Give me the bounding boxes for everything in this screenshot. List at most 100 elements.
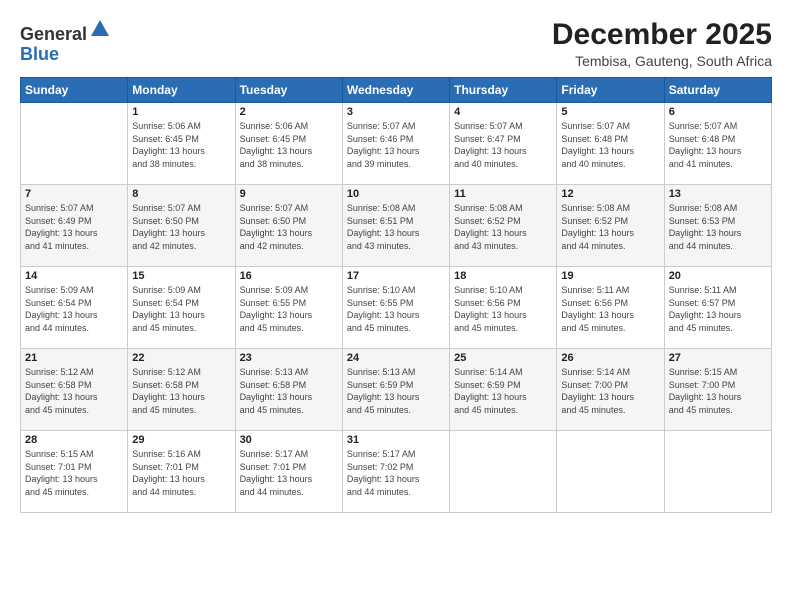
day-info: Sunrise: 5:09 AMSunset: 6:55 PMDaylight:… (240, 284, 338, 334)
calendar-cell: 11Sunrise: 5:08 AMSunset: 6:52 PMDayligh… (450, 185, 557, 267)
logo: General Blue (20, 18, 111, 65)
day-number: 1 (132, 106, 230, 118)
calendar-cell: 23 Sunrise: 5:13 AMSunset: 6:58 PMDayligh… (235, 349, 342, 431)
day-info: Sunrise: 5:07 AMSunset: 6:46 PMDaylight:… (347, 120, 445, 170)
day-info: Sunrise: 5:07 AMSunset: 6:47 PMDaylight:… (454, 120, 552, 170)
calendar-cell: 12 Sunrise: 5:08 AMSunset: 6:52 PMDayligh… (557, 185, 664, 267)
calendar-cell: 24 Sunrise: 5:13 AMSunset: 6:59 PMDayligh… (342, 349, 449, 431)
day-number: 24 (347, 352, 445, 364)
calendar-cell: 18Sunrise: 5:10 AMSunset: 6:56 PMDayligh… (450, 267, 557, 349)
day-number: 15 (132, 270, 230, 282)
day-info: Sunrise: 5:12 AMSunset: 6:58 PMDaylight:… (132, 366, 230, 416)
header-monday: Monday (128, 78, 235, 103)
title-block: December 2025 Tembisa, Gauteng, South Af… (552, 18, 772, 69)
day-info: Sunrise: 5:14 AMSunset: 7:00 PMDaylight:… (561, 366, 659, 416)
day-info: Sunrise: 5:07 AMSunset: 6:48 PMDaylight:… (669, 120, 767, 170)
calendar-cell: 16 Sunrise: 5:09 AMSunset: 6:55 PMDayligh… (235, 267, 342, 349)
day-number: 7 (25, 188, 123, 200)
calendar-cell: 26Sunrise: 5:14 AMSunset: 7:00 PMDayligh… (557, 349, 664, 431)
location-subtitle: Tembisa, Gauteng, South Africa (552, 53, 772, 69)
header-sunday: Sunday (21, 78, 128, 103)
day-info: Sunrise: 5:09 AMSunset: 6:54 PMDaylight:… (132, 284, 230, 334)
day-info: Sunrise: 5:11 AMSunset: 6:56 PMDaylight:… (561, 284, 659, 334)
day-info: Sunrise: 5:07 AMSunset: 6:50 PMDaylight:… (132, 202, 230, 252)
day-info: Sunrise: 5:07 AMSunset: 6:49 PMDaylight:… (25, 202, 123, 252)
day-info: Sunrise: 5:13 AMSunset: 6:59 PMDaylight:… (347, 366, 445, 416)
day-info: Sunrise: 5:07 AMSunset: 6:48 PMDaylight:… (561, 120, 659, 170)
day-number: 21 (25, 352, 123, 364)
day-info: Sunrise: 5:11 AMSunset: 6:57 PMDaylight:… (669, 284, 767, 334)
calendar-cell: 3 Sunrise: 5:07 AMSunset: 6:46 PMDaylight… (342, 103, 449, 185)
calendar-cell: 31 Sunrise: 5:17 AMSunset: 7:02 PMDayligh… (342, 431, 449, 513)
header-tuesday: Tuesday (235, 78, 342, 103)
header-friday: Friday (557, 78, 664, 103)
calendar-cell: 30 Sunrise: 5:17 AMSunset: 7:01 PMDayligh… (235, 431, 342, 513)
calendar-cell: 7 Sunrise: 5:07 AMSunset: 6:49 PMDaylight… (21, 185, 128, 267)
calendar-cell (557, 431, 664, 513)
day-number: 30 (240, 434, 338, 446)
calendar-cell: 2 Sunrise: 5:06 AMSunset: 6:45 PMDaylight… (235, 103, 342, 185)
calendar-cell: 15 Sunrise: 5:09 AMSunset: 6:54 PMDayligh… (128, 267, 235, 349)
day-info: Sunrise: 5:10 AMSunset: 6:55 PMDaylight:… (347, 284, 445, 334)
page: General Blue December 2025 Tembisa, Gaut… (0, 0, 792, 612)
calendar-cell: 29Sunrise: 5:16 AMSunset: 7:01 PMDayligh… (128, 431, 235, 513)
calendar-cell: 13Sunrise: 5:08 AMSunset: 6:53 PMDayligh… (664, 185, 771, 267)
day-info: Sunrise: 5:06 AMSunset: 6:45 PMDaylight:… (240, 120, 338, 170)
calendar-cell: 28Sunrise: 5:15 AMSunset: 7:01 PMDayligh… (21, 431, 128, 513)
calendar-cell: 22 Sunrise: 5:12 AMSunset: 6:58 PMDayligh… (128, 349, 235, 431)
day-number: 25 (454, 352, 552, 364)
day-info: Sunrise: 5:08 AMSunset: 6:52 PMDaylight:… (454, 202, 552, 252)
day-number: 28 (25, 434, 123, 446)
header-wednesday: Wednesday (342, 78, 449, 103)
header-saturday: Saturday (664, 78, 771, 103)
calendar-cell: 1 Sunrise: 5:06 AMSunset: 6:45 PMDaylight… (128, 103, 235, 185)
day-info: Sunrise: 5:13 AMSunset: 6:58 PMDaylight:… (240, 366, 338, 416)
day-number: 2 (240, 106, 338, 118)
day-number: 5 (561, 106, 659, 118)
day-number: 16 (240, 270, 338, 282)
calendar-cell: 27 Sunrise: 5:15 AMSunset: 7:00 PMDayligh… (664, 349, 771, 431)
calendar-cell: 8 Sunrise: 5:07 AMSunset: 6:50 PMDaylight… (128, 185, 235, 267)
day-number: 9 (240, 188, 338, 200)
calendar-cell: 14Sunrise: 5:09 AMSunset: 6:54 PMDayligh… (21, 267, 128, 349)
calendar-cell: 17 Sunrise: 5:10 AMSunset: 6:55 PMDayligh… (342, 267, 449, 349)
day-info: Sunrise: 5:15 AMSunset: 7:00 PMDaylight:… (669, 366, 767, 416)
day-number: 19 (561, 270, 659, 282)
calendar-cell (21, 103, 128, 185)
day-number: 18 (454, 270, 552, 282)
day-number: 23 (240, 352, 338, 364)
calendar-cell: 25Sunrise: 5:14 AMSunset: 6:59 PMDayligh… (450, 349, 557, 431)
day-number: 10 (347, 188, 445, 200)
day-number: 20 (669, 270, 767, 282)
calendar-cell: 19 Sunrise: 5:11 AMSunset: 6:56 PMDayligh… (557, 267, 664, 349)
day-number: 6 (669, 106, 767, 118)
day-number: 22 (132, 352, 230, 364)
month-year-title: December 2025 (552, 18, 772, 51)
day-info: Sunrise: 5:06 AMSunset: 6:45 PMDaylight:… (132, 120, 230, 170)
day-number: 17 (347, 270, 445, 282)
day-number: 27 (669, 352, 767, 364)
day-info: Sunrise: 5:17 AMSunset: 7:02 PMDaylight:… (347, 448, 445, 498)
day-info: Sunrise: 5:17 AMSunset: 7:01 PMDaylight:… (240, 448, 338, 498)
calendar-cell: 10Sunrise: 5:08 AMSunset: 6:51 PMDayligh… (342, 185, 449, 267)
calendar-cell (450, 431, 557, 513)
day-number: 12 (561, 188, 659, 200)
calendar-cell: 20 Sunrise: 5:11 AMSunset: 6:57 PMDayligh… (664, 267, 771, 349)
logo-general: General (20, 24, 87, 44)
day-info: Sunrise: 5:08 AMSunset: 6:52 PMDaylight:… (561, 202, 659, 252)
calendar-cell: 5 Sunrise: 5:07 AMSunset: 6:48 PMDaylight… (557, 103, 664, 185)
calendar-cell: 4Sunrise: 5:07 AMSunset: 6:47 PMDaylight… (450, 103, 557, 185)
day-number: 8 (132, 188, 230, 200)
calendar-cell: 21 Sunrise: 5:12 AMSunset: 6:58 PMDayligh… (21, 349, 128, 431)
logo-icon (89, 18, 111, 40)
calendar-cell: 6 Sunrise: 5:07 AMSunset: 6:48 PMDaylight… (664, 103, 771, 185)
day-number: 31 (347, 434, 445, 446)
header-thursday: Thursday (450, 78, 557, 103)
day-number: 13 (669, 188, 767, 200)
day-info: Sunrise: 5:12 AMSunset: 6:58 PMDaylight:… (25, 366, 123, 416)
logo-blue: Blue (20, 44, 59, 64)
day-info: Sunrise: 5:07 AMSunset: 6:50 PMDaylight:… (240, 202, 338, 252)
day-number: 3 (347, 106, 445, 118)
day-info: Sunrise: 5:16 AMSunset: 7:01 PMDaylight:… (132, 448, 230, 498)
day-info: Sunrise: 5:09 AMSunset: 6:54 PMDaylight:… (25, 284, 123, 334)
